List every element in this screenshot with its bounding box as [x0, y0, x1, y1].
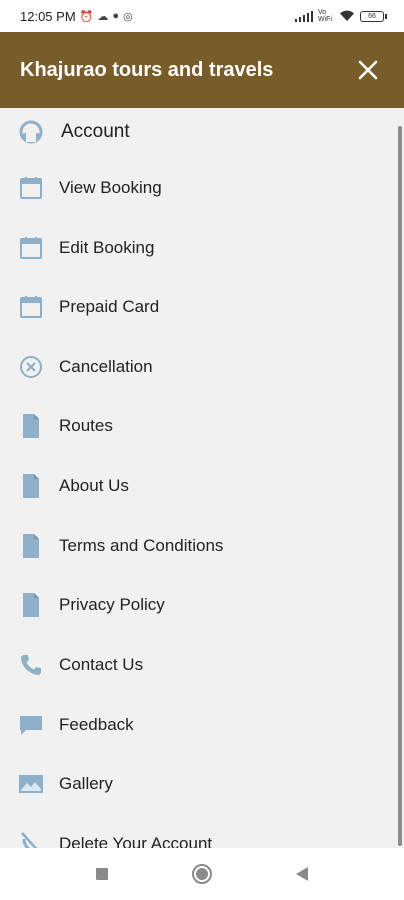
app-title: Khajurao tours and travels: [20, 58, 274, 81]
battery-icon: 66: [360, 10, 387, 22]
menu-item-label: Account: [61, 121, 130, 142]
message-icon: ●: [112, 10, 120, 22]
cancel-icon: [18, 354, 44, 380]
menu-item-privacy-policy[interactable]: Privacy Policy: [0, 577, 396, 633]
menu-item-label: Terms and Conditions: [59, 536, 224, 555]
calendar-icon: [18, 235, 44, 261]
menu-item-label: Feedback: [59, 715, 134, 734]
document-icon: [18, 413, 44, 439]
menu-item-view-booking[interactable]: View Booking: [0, 160, 396, 216]
network-label: Vo WiFi: [318, 9, 332, 23]
menu-item-about-us[interactable]: About Us: [0, 458, 396, 514]
menu-item-label: Privacy Policy: [59, 595, 165, 614]
calendar-icon: [18, 175, 44, 201]
menu-item-label: View Booking: [59, 178, 162, 197]
menu-item-label: Gallery: [59, 774, 113, 793]
drawer-header: Khajurao tours and travels: [0, 32, 404, 108]
signal-icon: [295, 10, 313, 22]
back-button[interactable]: [288, 860, 316, 888]
chat-icon: [18, 712, 44, 738]
status-left: 12:05 PM ⏰ ☁ ● ◎: [20, 9, 133, 24]
status-right: Vo WiFi 66: [295, 9, 387, 23]
menu-item-label: About Us: [59, 476, 129, 495]
alarm-icon: ⏰: [79, 10, 94, 23]
battery-level: 66: [368, 12, 376, 20]
account-icon: [18, 119, 44, 145]
navigation-drawer: Account View Booking Edit Booking Prepai…: [0, 108, 404, 848]
menu-item-delete-account[interactable]: Delete Your Account: [0, 816, 396, 848]
menu-item-cancellation[interactable]: Cancellation: [0, 339, 396, 395]
menu-item-label: Routes: [59, 416, 113, 435]
document-icon: [18, 533, 44, 559]
close-icon: [358, 60, 378, 80]
menu-item-account[interactable]: Account: [0, 108, 396, 160]
whatsapp-icon: ◎: [123, 10, 133, 23]
menu-item-edit-booking[interactable]: Edit Booking: [0, 220, 396, 276]
status-time: 12:05 PM: [20, 8, 76, 24]
document-icon: [18, 473, 44, 499]
home-circle-icon: [192, 864, 212, 884]
wifi-icon: [340, 10, 354, 21]
document-icon: [18, 592, 44, 618]
recent-apps-button[interactable]: [88, 860, 116, 888]
back-triangle-icon: [296, 867, 308, 881]
menu-item-contact-us[interactable]: Contact Us: [0, 637, 396, 693]
menu-item-label: Delete Your Account: [59, 834, 213, 848]
scrollbar[interactable]: [398, 126, 402, 846]
status-bar: 12:05 PM ⏰ ☁ ● ◎ Vo WiFi 66: [0, 0, 404, 32]
delete-account-icon: [18, 831, 44, 848]
menu-item-label: Prepaid Card: [59, 297, 160, 316]
square-icon: [96, 868, 108, 880]
menu-item-label: Edit Booking: [59, 238, 155, 257]
menu-item-prepaid-card[interactable]: Prepaid Card: [0, 279, 396, 335]
notification-icon: ☁: [97, 10, 109, 23]
menu-item-label: Cancellation: [59, 357, 153, 376]
menu-item-feedback[interactable]: Feedback: [0, 697, 396, 753]
menu-item-label: Contact Us: [59, 655, 144, 674]
menu-item-gallery[interactable]: Gallery: [0, 756, 396, 812]
close-button[interactable]: [352, 54, 384, 86]
system-nav-bar: [0, 848, 404, 900]
menu-item-routes[interactable]: Routes: [0, 398, 396, 454]
home-button[interactable]: [188, 860, 216, 888]
calendar-icon: [18, 294, 44, 320]
menu-item-terms-and-conditions[interactable]: Terms and Conditions: [0, 518, 396, 574]
phone-icon: [18, 652, 44, 678]
image-icon: [18, 771, 44, 797]
